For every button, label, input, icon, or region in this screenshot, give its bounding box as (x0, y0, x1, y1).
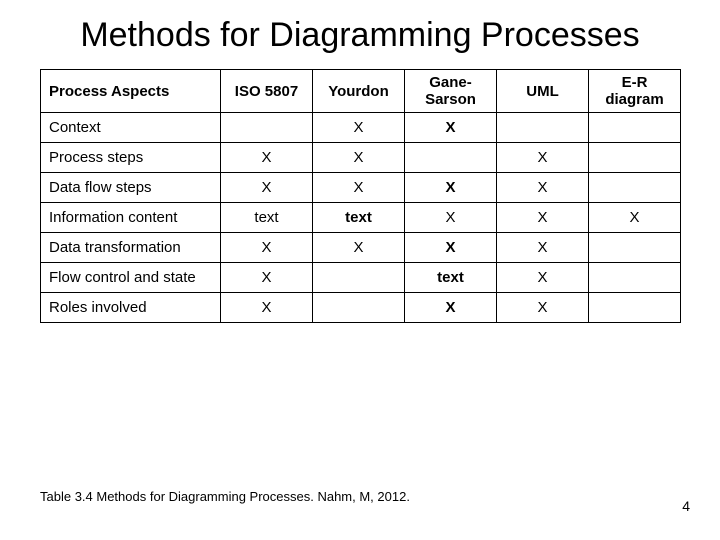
value-cell (405, 143, 497, 173)
value-cell: X (405, 233, 497, 263)
aspect-cell: Data flow steps (41, 173, 221, 203)
aspect-cell: Data transformation (41, 233, 221, 263)
page-title: Methods for Diagramming Processes (40, 16, 680, 55)
col-header-aspects: Process Aspects (41, 70, 221, 113)
aspect-cell: Roles involved (41, 293, 221, 323)
table-row: Roles involvedXXX (41, 293, 681, 323)
table-row: Data flow stepsXXXX (41, 173, 681, 203)
value-cell (589, 173, 681, 203)
aspect-cell: Information content (41, 203, 221, 233)
table-row: Data transformationXXXX (41, 233, 681, 263)
table-body: ContextXXProcess stepsXXXData flow steps… (41, 113, 681, 323)
value-cell: text (221, 203, 313, 233)
value-cell: X (221, 233, 313, 263)
value-cell: X (221, 263, 313, 293)
table-row: Context XX (41, 113, 681, 143)
value-cell (313, 263, 405, 293)
value-cell: X (405, 173, 497, 203)
value-cell (589, 113, 681, 143)
col-header-gane: Gane-Sarson (405, 70, 497, 113)
table-header-row: Process Aspects ISO 5807 Yourdon Gane-Sa… (41, 70, 681, 113)
value-cell: X (497, 203, 589, 233)
table-row: Flow control and stateXtextX (41, 263, 681, 293)
value-cell: text (313, 203, 405, 233)
value-cell: X (497, 173, 589, 203)
col-header-er: E-R diagram (589, 70, 681, 113)
col-header-yourdon: Yourdon (313, 70, 405, 113)
value-cell: X (221, 293, 313, 323)
value-cell: X (497, 143, 589, 173)
value-cell: text (405, 263, 497, 293)
page-number: 4 (682, 498, 690, 514)
value-cell: X (221, 143, 313, 173)
value-cell: X (497, 293, 589, 323)
value-cell (589, 263, 681, 293)
table-caption: Table 3.4 Methods for Diagramming Proces… (40, 489, 410, 504)
value-cell: X (221, 173, 313, 203)
col-header-uml: UML (497, 70, 589, 113)
col-header-iso: ISO 5807 (221, 70, 313, 113)
table-row: Information contenttexttextXXX (41, 203, 681, 233)
value-cell (221, 113, 313, 143)
value-cell: X (405, 203, 497, 233)
slide: Methods for Diagramming Processes Proces… (0, 0, 720, 540)
value-cell: X (313, 233, 405, 263)
value-cell: X (497, 263, 589, 293)
value-cell (313, 293, 405, 323)
value-cell: X (313, 143, 405, 173)
value-cell: X (589, 203, 681, 233)
table-row: Process stepsXXX (41, 143, 681, 173)
value-cell: X (405, 113, 497, 143)
value-cell: X (313, 173, 405, 203)
value-cell: X (497, 233, 589, 263)
value-cell (589, 293, 681, 323)
value-cell (497, 113, 589, 143)
value-cell (589, 233, 681, 263)
value-cell: X (313, 113, 405, 143)
aspect-cell: Context (41, 113, 221, 143)
value-cell (589, 143, 681, 173)
methods-table: Process Aspects ISO 5807 Yourdon Gane-Sa… (40, 69, 681, 323)
value-cell: X (405, 293, 497, 323)
aspect-cell: Flow control and state (41, 263, 221, 293)
aspect-cell: Process steps (41, 143, 221, 173)
